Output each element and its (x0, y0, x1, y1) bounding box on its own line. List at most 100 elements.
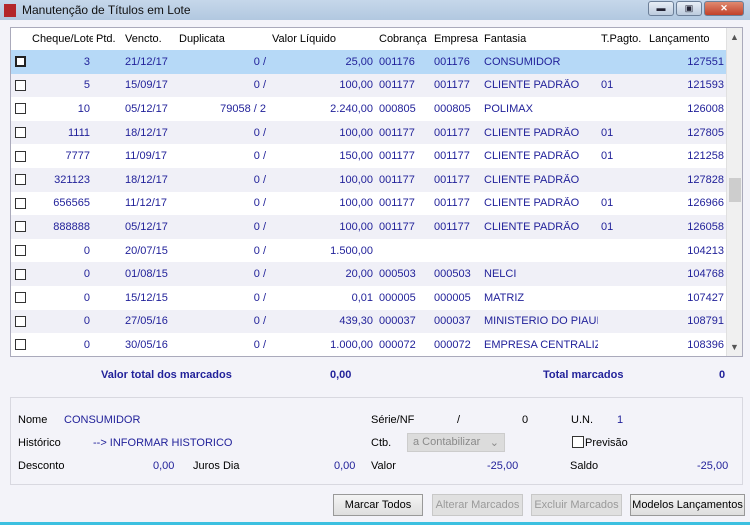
row-checkbox[interactable] (15, 127, 26, 139)
table-cell: EMPRESA CENTRALIZADORA (484, 338, 598, 351)
table-cell: 2.240,00 (330, 102, 373, 115)
column-header[interactable]: Valor Líquido (269, 33, 376, 45)
table-cell: 001177 (379, 79, 415, 92)
table-cell: 79058 / 2 (220, 102, 266, 115)
table-cell: NELCI (484, 268, 517, 281)
row-checkbox[interactable] (15, 268, 26, 280)
table-row[interactable]: 656565 11/12/17 0 / 100,00 001177 001177 CLIEN… (11, 192, 742, 216)
table-cell: 121258 (687, 150, 724, 163)
column-header[interactable]: T.Pagto. (598, 33, 646, 45)
row-checkbox[interactable] (15, 245, 26, 257)
table-row[interactable]: 7777 11/09/17 0 / 150,00 001177 001177 CLIENTE… (11, 144, 742, 168)
column-header[interactable]: Fantasia (481, 33, 598, 45)
column-header[interactable]: Ptd. (93, 33, 122, 45)
table-row[interactable]: 0 01/08/15 0 / 20,00 000503 000503 NELCI 104768 (11, 262, 742, 286)
title-bar: Manutenção de Títulos em Lote ▬ ▣ ✕ (0, 0, 750, 20)
row-checkbox[interactable] (15, 174, 26, 186)
row-checkbox[interactable] (15, 79, 26, 91)
scroll-thumb[interactable] (729, 178, 741, 202)
table-cell: 104213 (687, 244, 724, 257)
column-header[interactable]: Lançamento (646, 33, 727, 45)
table-cell: 107427 (687, 291, 724, 304)
table-cell: 05/12/17 (125, 102, 168, 115)
table-row[interactable]: 0 27/05/16 0 / 439,30 000037 000037 MINISTERIO… (11, 309, 742, 334)
table-cell: 001177 (434, 79, 470, 92)
table-cell: 01 (601, 220, 614, 233)
nome-label: Nome (18, 414, 48, 426)
table-cell: 656565 (53, 197, 90, 210)
table-cell: 100,00 (339, 220, 373, 233)
column-header[interactable]: Cheque/Lote (29, 33, 93, 45)
alterar-marcados-button[interactable]: Alterar Marcados (432, 494, 523, 516)
table-row[interactable]: 3 21/12/17 0 / 25,00 001176 001176 CONSUMIDOR 1… (11, 50, 742, 74)
valor-total-value: 0,00 (330, 369, 352, 381)
table-cell: 888888 (53, 220, 90, 233)
row-checkbox[interactable] (15, 197, 26, 209)
table-cell: 0 / (253, 291, 266, 304)
scroll-down-icon[interactable]: ▼ (730, 342, 739, 352)
valor-value: -25,00 (487, 460, 519, 472)
vertical-scrollbar[interactable]: ▲ ▼ (726, 28, 742, 356)
row-checkbox[interactable] (15, 339, 26, 351)
valor-total-label: Valor total dos marcados (101, 369, 232, 381)
table-cell: 100,00 (339, 79, 373, 92)
row-checkbox[interactable] (15, 315, 26, 327)
row-checkbox[interactable] (15, 150, 26, 162)
minimize-button[interactable]: ▬ (648, 1, 674, 16)
table-cell: 001177 (434, 220, 470, 233)
table-cell: 0 / (253, 173, 266, 186)
maximize-button[interactable]: ▣ (676, 1, 702, 16)
table-cell: 7777 (65, 150, 90, 163)
column-header[interactable]: Empresa (431, 33, 481, 45)
column-header[interactable]: Duplicata (176, 33, 269, 45)
column-header[interactable]: Cobrança (376, 33, 431, 45)
table-cell: 25,00 (345, 55, 373, 68)
table-cell: 0 / (253, 197, 266, 210)
juros-value: 0,00 (334, 460, 356, 472)
table-row[interactable]: 0 20/07/15 0 / 1.500,00 104213 (11, 239, 742, 263)
saldo-value: -25,00 (697, 460, 729, 472)
table-row[interactable]: 1111 18/12/17 0 / 100,00 001177 001177 CLIENTE… (11, 120, 742, 145)
table-cell: 321123 (54, 173, 90, 186)
table-cell: 000805 (379, 102, 416, 115)
table-cell: 000072 (379, 338, 416, 351)
table-cell: CLIENTE PADRÃO (484, 79, 580, 92)
excluir-marcados-button[interactable]: Excluir Marcados (531, 494, 622, 516)
table-cell: 0 / (253, 220, 266, 233)
marcar-todos-button[interactable]: Marcar Todos (333, 494, 423, 516)
table-cell: 0 (83, 315, 90, 328)
table-cell: 1.000,00 (330, 338, 373, 351)
table-cell: 0 / (253, 126, 266, 139)
table-cell: 100,00 (339, 126, 373, 139)
table-cell: 001176 (434, 55, 470, 68)
desconto-label: Desconto (18, 460, 65, 472)
titles-grid: Cheque/Lote Ptd. Vencto. Duplicata Valor Líq… (10, 27, 743, 357)
table-row[interactable]: 5 15/09/17 0 / 100,00 001177 001177 CLIENTE PA… (11, 73, 742, 98)
table-row[interactable]: 10 05/12/17 79058 / 2 2.240,00 000805 000805 P… (11, 97, 742, 121)
table-cell: 21/12/17 (125, 55, 168, 68)
table-cell: 01 (601, 126, 614, 139)
column-header[interactable]: Vencto. (122, 33, 176, 45)
table-cell: 001177 (379, 220, 415, 233)
row-checkbox[interactable] (15, 56, 26, 68)
table-row[interactable]: 888888 05/12/17 0 / 100,00 001177 001177 CLIEN… (11, 215, 742, 239)
row-checkbox[interactable] (15, 221, 26, 233)
previsao-checkbox[interactable] (572, 436, 584, 448)
close-button[interactable]: ✕ (704, 1, 744, 16)
table-cell: 000805 (434, 102, 471, 115)
table-row[interactable]: 321123 18/12/17 0 / 100,00 001177 001177 CLIEN… (11, 167, 742, 192)
ctb-select[interactable]: a Contabilizar ⌄ (407, 433, 505, 452)
table-row[interactable]: 0 30/05/16 0 / 1.000,00 000072 000072 EMPRESA … (11, 333, 742, 356)
historico-value[interactable]: --> INFORMAR HISTORICO (93, 437, 232, 449)
row-checkbox[interactable] (15, 292, 26, 304)
table-cell: 108396 (687, 338, 724, 351)
table-cell: 000503 (379, 268, 416, 281)
modelos-lancamentos-button[interactable]: Modelos Lançamentos (630, 494, 745, 516)
table-cell: 0 / (253, 338, 266, 351)
table-cell: 0 / (253, 79, 266, 92)
scroll-up-icon[interactable]: ▲ (730, 32, 739, 42)
table-cell: 439,30 (339, 315, 373, 328)
table-row[interactable]: 0 15/12/15 0 / 0,01 000005 000005 MATRIZ 107427 (11, 286, 742, 310)
row-checkbox[interactable] (15, 103, 26, 115)
table-cell: CLIENTE PADRÃO (484, 126, 580, 139)
